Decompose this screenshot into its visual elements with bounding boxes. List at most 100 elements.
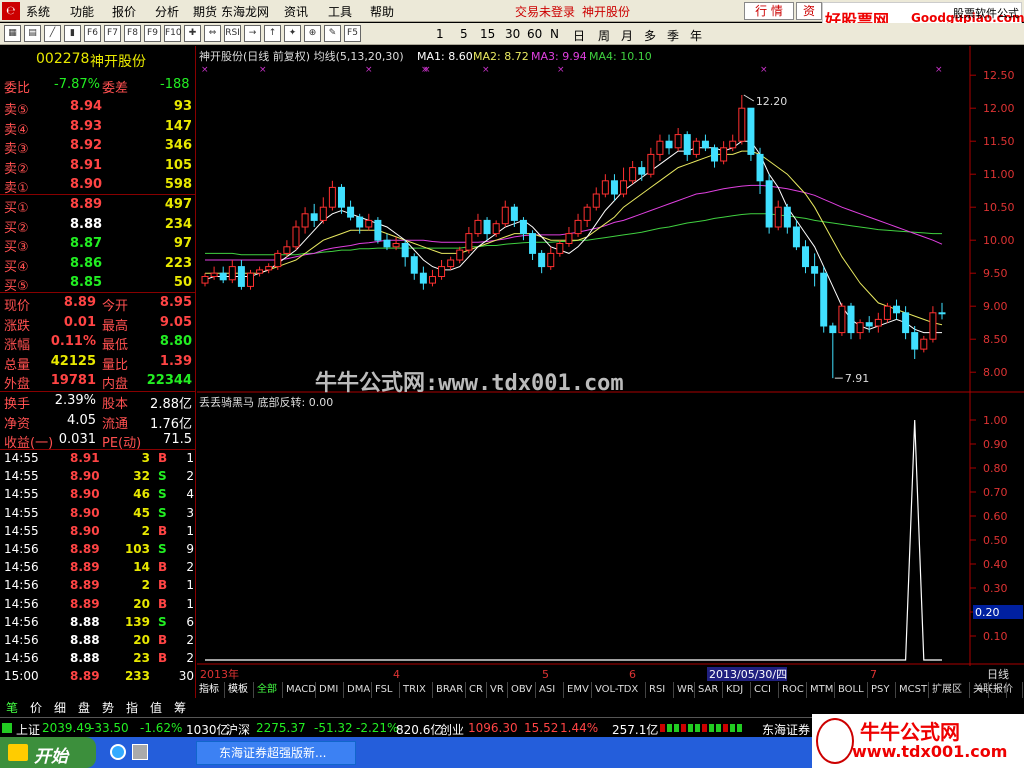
toolbar-f7-icon[interactable]: F7 xyxy=(104,25,121,42)
left-tab[interactable]: 指 xyxy=(126,699,138,716)
toolbar-f8-icon[interactable]: F8 xyxy=(124,25,141,42)
period-5[interactable]: N xyxy=(550,27,559,41)
indicator-tab[interactable]: KDJ xyxy=(724,682,751,698)
indicator-tab[interactable]: EMV xyxy=(565,682,592,698)
left-tab[interactable]: 笔 xyxy=(6,699,18,716)
sell-level[interactable]: 卖② 8.91 105 xyxy=(0,157,196,177)
indicator-tab[interactable]: SAR xyxy=(696,682,723,698)
indicator-tab[interactable]: ASI xyxy=(537,682,564,698)
toolbar-cross-icon[interactable]: ✚ xyxy=(184,25,201,42)
buy-level[interactable]: 买① 8.89 497 xyxy=(0,196,196,216)
menu-quote[interactable]: 报价 xyxy=(112,3,136,20)
menu-function[interactable]: 功能 xyxy=(70,3,94,20)
period-11[interactable]: 年 xyxy=(690,27,702,44)
toolbar-line-icon[interactable]: ╱ xyxy=(44,25,61,42)
toolbar-arrows-icon[interactable]: ⇔ xyxy=(204,25,221,42)
indicator-tab[interactable]: WR xyxy=(675,682,695,698)
kline-chart[interactable]: 神开股份(日线 前复权) 均线(5,13,20,30) MA1: 8.60 MA2:… xyxy=(197,46,1024,681)
indicator-tab[interactable]: OBV xyxy=(509,682,536,698)
indicator-tab[interactable]: MCST xyxy=(897,682,929,698)
period-8[interactable]: 月 xyxy=(621,27,633,44)
index-name[interactable]: 创业 xyxy=(440,721,464,738)
buy-level[interactable]: 买⑤ 8.85 50 xyxy=(0,274,196,294)
toolbar-f9-icon[interactable]: F9 xyxy=(144,25,161,42)
indicator-tab[interactable]: ROC xyxy=(780,682,807,698)
menu-tools[interactable]: 工具 xyxy=(328,3,352,20)
indicator-tab[interactable]: 全部 xyxy=(255,682,283,698)
menu-help[interactable]: 帮助 xyxy=(370,3,394,20)
indicator-tab[interactable]: CCI xyxy=(752,682,779,698)
tab-zoom-in-button[interactable]: + xyxy=(975,682,989,698)
toolbar-bar-icon[interactable]: ▮ xyxy=(64,25,81,42)
chart-svg[interactable]: 神开股份(日线 前复权) 均线(5,13,20,30) MA1: 8.60 MA2:… xyxy=(197,46,1024,682)
toolbar-pen-icon[interactable]: ✎ xyxy=(324,25,341,42)
indicator-tab[interactable]: FSL xyxy=(373,682,400,698)
period-7[interactable]: 周 xyxy=(598,27,610,44)
toolbar-pin-icon[interactable]: ✦ xyxy=(284,25,301,42)
ie-icon[interactable] xyxy=(110,744,126,760)
candle-body xyxy=(756,153,764,182)
buy-level[interactable]: 买④ 8.86 223 xyxy=(0,255,196,275)
indicator-tab[interactable]: DMI xyxy=(317,682,344,698)
toolbar-grid-icon[interactable]: ▦ xyxy=(4,25,21,42)
period-6[interactable]: 日 xyxy=(573,27,585,44)
toolbar-f5-icon[interactable]: F5 xyxy=(344,25,361,42)
indicator-tab[interactable]: CR xyxy=(467,682,487,698)
indicator-tab[interactable]: 指标 xyxy=(197,682,225,698)
index-name[interactable]: 上证 xyxy=(16,721,40,738)
sell-level[interactable]: 卖③ 8.92 346 xyxy=(0,137,196,157)
indicator-tab[interactable]: VOL-TDX xyxy=(593,682,646,698)
sell-level[interactable]: 卖⑤ 8.94 93 xyxy=(0,98,196,118)
period-3[interactable]: 30 xyxy=(505,27,520,41)
indicator-tab[interactable]: BOLL xyxy=(836,682,868,698)
taskbar-app-button[interactable]: 东海证券超强版新... xyxy=(196,741,356,765)
indicator-tab[interactable]: MACD xyxy=(284,682,316,698)
index-name[interactable]: 沪深 xyxy=(226,721,250,738)
indicator-tab[interactable]: BRAR xyxy=(434,682,466,698)
buy-level[interactable]: 买② 8.88 234 xyxy=(0,216,196,236)
toolbar-f6-icon[interactable]: F6 xyxy=(84,25,101,42)
period-1[interactable]: 5 xyxy=(460,27,468,41)
indicator-tab[interactable]: PSY xyxy=(869,682,896,698)
indicator-tab[interactable]: VR xyxy=(488,682,508,698)
indicator-tab[interactable]: 扩展区 xyxy=(930,682,970,698)
toolbar-up-icon[interactable]: ↑ xyxy=(264,25,281,42)
period-4[interactable]: 60 xyxy=(527,27,542,41)
quicklaunch-icon[interactable] xyxy=(132,744,148,760)
app-logo-icon[interactable]: ℮ xyxy=(2,2,20,20)
indicator-tab[interactable]: 模板 xyxy=(226,682,254,698)
period-2[interactable]: 15 xyxy=(480,27,495,41)
menu-analysis[interactable]: 分析 xyxy=(155,3,179,20)
indicator-tab[interactable]: DMA xyxy=(345,682,372,698)
left-tab[interactable]: 细 xyxy=(54,699,66,716)
quote-button[interactable]: 行 情 xyxy=(744,2,794,20)
period-10[interactable]: 季 xyxy=(667,27,679,44)
left-tab[interactable]: 筹 xyxy=(174,699,186,716)
menu-system[interactable]: 系统 xyxy=(26,3,50,20)
price-tick-label: 10.50 xyxy=(983,201,1015,214)
indicator-tab[interactable]: TRIX xyxy=(401,682,433,698)
buy-level[interactable]: 买③ 8.87 97 xyxy=(0,235,196,255)
toolbar-f10-icon[interactable]: F10 xyxy=(164,25,182,42)
indicator-tab[interactable]: MTM xyxy=(808,682,835,698)
start-button[interactable]: 开始 xyxy=(0,737,96,768)
tick-time: 14:55 xyxy=(4,469,39,484)
toolbar-table-icon[interactable]: ▤ xyxy=(24,25,41,42)
sell-level[interactable]: 卖④ 8.93 147 xyxy=(0,118,196,138)
left-tab[interactable]: 价 xyxy=(30,699,42,716)
period-0[interactable]: 1 xyxy=(436,27,444,41)
indicator-tab[interactable]: RSI xyxy=(647,682,674,698)
menu-donghai[interactable]: 东海龙网 xyxy=(221,3,269,20)
left-tab[interactable]: 值 xyxy=(150,699,162,716)
trade-button[interactable]: 资 xyxy=(796,2,822,20)
toolbar-zoom-icon[interactable]: ⊕ xyxy=(304,25,321,42)
left-tab[interactable]: 盘 xyxy=(78,699,90,716)
tab-zoom-out-button[interactable]: - xyxy=(993,682,1007,698)
toolbar-right-icon[interactable]: → xyxy=(244,25,261,42)
menu-futures[interactable]: 期货 xyxy=(193,3,217,20)
left-tab[interactable]: 势 xyxy=(102,699,114,716)
menu-news[interactable]: 资讯 xyxy=(284,3,308,20)
sell-level[interactable]: 卖① 8.90 598 xyxy=(0,176,196,196)
period-9[interactable]: 多 xyxy=(644,27,656,44)
toolbar-rsi-icon[interactable]: RSI xyxy=(224,25,241,42)
